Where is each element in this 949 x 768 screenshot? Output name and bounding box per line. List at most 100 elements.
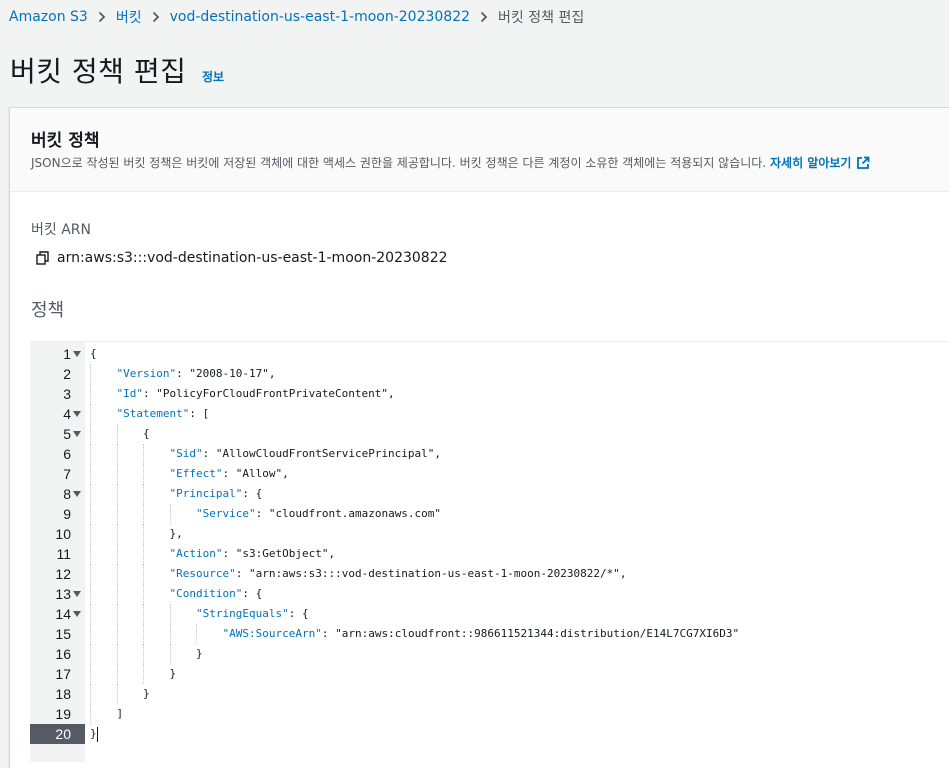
indent-guide <box>116 544 118 564</box>
code-text: "Principal": { <box>170 484 263 504</box>
line-number: 16 <box>55 646 71 662</box>
learn-more-link[interactable]: 자세히 알아보기 <box>770 154 870 171</box>
indent-guide <box>90 484 91 504</box>
indent-guide <box>143 564 144 584</box>
indent-guide <box>90 364 91 384</box>
breadcrumb-amazon-s3[interactable]: Amazon S3 <box>9 9 88 25</box>
fold-arrow-icon[interactable] <box>73 431 81 437</box>
code-line[interactable]: 13 "Condition": { <box>30 584 949 604</box>
json-punctuation: , <box>282 467 289 480</box>
code-text: { <box>90 344 97 364</box>
json-key: "Service" <box>196 507 256 520</box>
line-number: 10 <box>55 526 71 542</box>
json-string: "s3:GetObject" <box>235 547 329 560</box>
json-string: "arn:aws:s3:::vod-destination-us-east-1-… <box>248 567 620 580</box>
json-key: "AWS:SourceArn" <box>222 627 322 640</box>
json-punctuation: } <box>196 647 203 660</box>
code-line[interactable]: 17} <box>30 664 949 684</box>
indent-guide <box>116 484 118 504</box>
breadcrumb-bucket-name[interactable]: vod-destination-us-east-1-moon-20230822 <box>170 9 470 25</box>
breadcrumb-current: 버킷 정책 편집 <box>498 10 585 26</box>
fold-arrow-icon[interactable] <box>73 351 81 357</box>
indent-guide <box>90 444 91 464</box>
code-line[interactable]: 2 "Version": "2008-10-17", <box>30 364 949 384</box>
indent-guide <box>116 564 118 584</box>
code-line[interactable]: 16} <box>30 644 949 664</box>
panel-description: JSON으로 작성된 버킷 정책은 버킷에 저장된 객체에 대한 액세스 권한을… <box>31 154 870 171</box>
indent-guide <box>90 384 91 404</box>
indent-guide <box>90 404 91 424</box>
code-line[interactable]: 15 "AWS:SourceArn": "arn:aws:cloudfront::… <box>30 624 949 644</box>
code-line[interactable]: 3 "Id": "PolicyForCloudFrontPrivateConten… <box>30 384 949 404</box>
fold-arrow-icon[interactable] <box>73 591 81 597</box>
code-line[interactable]: 14 "StringEquals": { <box>30 604 949 624</box>
bucket-arn: arn:aws:s3:::vod-destination-us-east-1-m… <box>35 250 448 266</box>
line-number: 5 <box>63 426 71 442</box>
indent-guide <box>143 524 144 544</box>
indent-guide <box>169 504 171 524</box>
page-title: 버킷 정책 편집 <box>10 55 187 88</box>
json-key: "Principal" <box>169 487 243 500</box>
indent-guide <box>90 504 91 524</box>
code-line[interactable]: 6 "Sid": "AllowCloudFrontServicePrincipal… <box>30 444 949 464</box>
code-line[interactable]: 1{ <box>30 344 949 364</box>
code-line[interactable]: 9 "Service": "cloudfront.amazonaws.com" <box>30 504 949 524</box>
code-line[interactable]: 20} <box>30 724 949 744</box>
json-punctuation: : <box>222 467 236 480</box>
json-punctuation: : { <box>242 487 263 500</box>
indent-guide <box>143 604 144 624</box>
json-punctuation: : <box>222 547 236 560</box>
fold-arrow-icon[interactable] <box>73 411 81 417</box>
fold-arrow-icon[interactable] <box>73 611 81 617</box>
indent-guide <box>116 644 118 664</box>
json-punctuation: ] <box>116 707 124 720</box>
json-punctuation: : <box>176 367 190 380</box>
code-text: "Id": "PolicyForCloudFrontPrivateContent… <box>117 384 395 404</box>
code-line[interactable]: 10}, <box>30 524 949 544</box>
copy-icon[interactable] <box>35 250 51 266</box>
json-punctuation: , <box>619 567 627 580</box>
indent-guide <box>90 684 91 704</box>
code-line[interactable]: 5{ <box>30 424 949 444</box>
panel-description-text: JSON으로 작성된 버킷 정책은 버킷에 저장된 객체에 대한 액세스 권한을… <box>31 156 767 170</box>
line-number: 11 <box>56 546 71 562</box>
json-punctuation: : { <box>242 587 263 600</box>
policy-code-editor[interactable]: 1{2 "Version": "2008-10-17", 3 "Id": "Polic… <box>30 341 949 762</box>
code-line[interactable]: 8 "Principal": { <box>30 484 949 504</box>
info-link[interactable]: 정보 <box>202 68 224 85</box>
panel-header: 버킷 정책 JSON으로 작성된 버킷 정책은 버킷에 저장된 객체에 대한 액… <box>10 108 949 192</box>
code-line[interactable]: 18} <box>30 684 949 704</box>
line-number: 7 <box>63 466 71 482</box>
indent-guide <box>90 604 91 624</box>
code-line[interactable]: 4 "Statement": [ <box>30 404 949 424</box>
indent-guide <box>143 644 144 664</box>
indent-guide <box>143 504 144 524</box>
code-text: "StringEquals": { <box>196 604 309 624</box>
code-line[interactable]: 12 "Resource": "arn:aws:s3:::vod-destinat… <box>30 564 949 584</box>
json-string: "Allow" <box>235 467 283 480</box>
bucket-arn-value: arn:aws:s3:::vod-destination-us-east-1-m… <box>57 250 448 266</box>
code-line[interactable]: 19] <box>30 704 949 724</box>
chevron-right-icon <box>92 6 112 28</box>
code-text: "Condition": { <box>170 584 263 604</box>
code-line[interactable]: 11 "Action": "s3:GetObject", <box>30 544 949 564</box>
json-key: "Effect" <box>169 467 223 480</box>
bucket-policy-panel: 버킷 정책 JSON으로 작성된 버킷 정책은 버킷에 저장된 객체에 대한 액… <box>9 107 949 768</box>
json-punctuation: , <box>268 367 276 380</box>
fold-arrow-icon[interactable] <box>73 491 81 497</box>
indent-guide <box>116 504 118 524</box>
line-number: 19 <box>55 706 71 722</box>
json-punctuation: : <box>321 627 336 640</box>
code-text: } <box>196 644 203 664</box>
breadcrumb-buckets[interactable]: 버킷 <box>116 7 142 27</box>
json-string: "cloudfront.amazonaws.com" <box>268 507 442 520</box>
indent-guide <box>90 704 91 724</box>
json-punctuation: }, <box>169 527 183 540</box>
indent-guide <box>116 464 118 484</box>
code-line[interactable]: 7 "Effect": "Allow", <box>30 464 949 484</box>
code-text: } <box>170 664 177 684</box>
breadcrumb: Amazon S3 버킷 vod-destination-us-east-1-m… <box>9 6 584 28</box>
indent-guide <box>143 624 144 644</box>
code-text: "Statement": [ <box>117 404 210 424</box>
line-number: 15 <box>55 626 71 642</box>
